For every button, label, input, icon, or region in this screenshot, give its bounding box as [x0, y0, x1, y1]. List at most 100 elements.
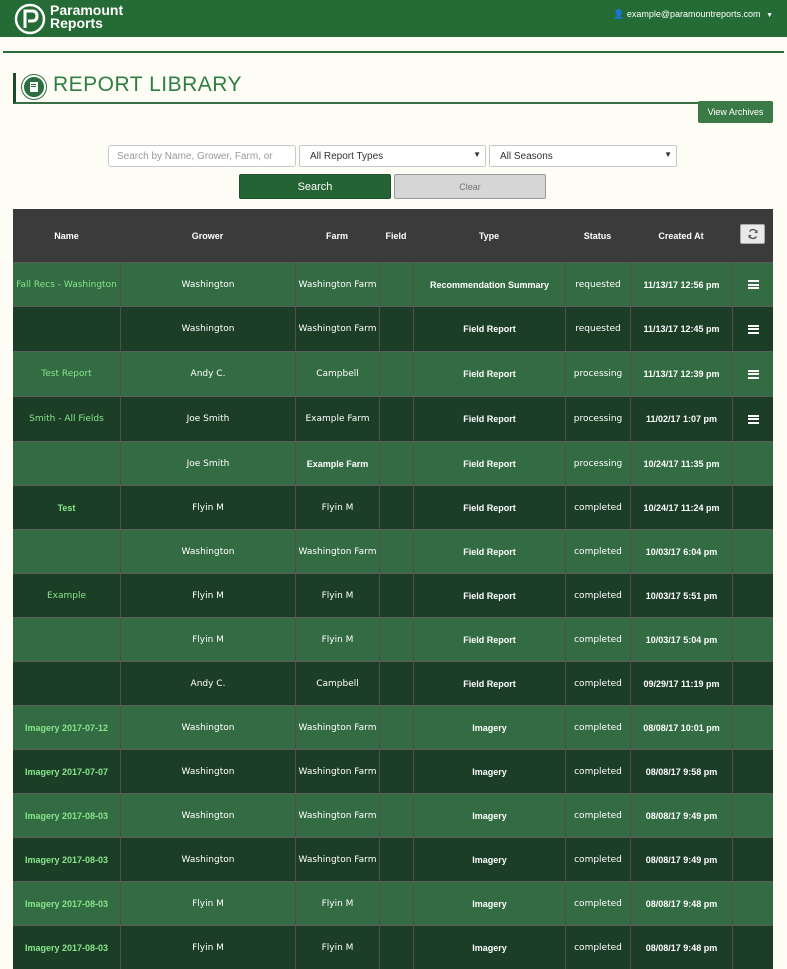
- hamburger-menu-icon[interactable]: [747, 280, 759, 289]
- column-header-created[interactable]: Created At: [630, 209, 732, 262]
- cell-grower: Flyin M: [120, 486, 295, 529]
- table-row[interactable]: Imagery 2017-08-03 Washington Washington F…: [13, 793, 773, 837]
- cell-type: Field Report: [413, 574, 565, 617]
- cell-field: [379, 662, 413, 705]
- table-row[interactable]: Example Flyin M Flyin M Field Report complet…: [13, 573, 773, 617]
- row-menu-cell: [732, 662, 773, 705]
- cell-name[interactable]: Test: [13, 486, 120, 529]
- page-title-bar: REPORT LIBRARY: [13, 73, 773, 104]
- cell-grower: Joe Smith: [120, 397, 295, 441]
- column-header-status[interactable]: Status: [565, 209, 630, 262]
- cell-status: completed: [565, 882, 630, 925]
- column-header-name[interactable]: Name: [13, 209, 120, 262]
- hamburger-menu-icon[interactable]: [747, 324, 759, 334]
- cell-type: Field Report: [413, 442, 565, 485]
- table-row[interactable]: Imagery 2017-08-03 Flyin M Flyin M Imagery c…: [13, 881, 773, 925]
- cell-name[interactable]: Smith - All Fields: [13, 397, 120, 441]
- cell-name[interactable]: [13, 307, 120, 351]
- cell-name[interactable]: Imagery 2017-08-03: [13, 838, 120, 881]
- column-header-field[interactable]: Field: [379, 209, 413, 262]
- cell-created: 08/08/17 9:48 pm: [630, 882, 732, 925]
- cell-farm: Flyin M: [295, 882, 379, 925]
- table-row[interactable]: Flyin M Flyin M Field Report completed 10/03…: [13, 617, 773, 661]
- table-row[interactable]: Test Flyin M Flyin M Field Report completed 1…: [13, 485, 773, 529]
- select-arrow-icon: ▼: [664, 150, 672, 159]
- cell-created: 11/13/17 12:56 pm: [630, 263, 732, 306]
- cell-farm: Washington Farm: [295, 750, 379, 793]
- table-row[interactable]: Imagery 2017-08-03 Washington Washington F…: [13, 837, 773, 881]
- report-type-select[interactable]: All Report Types ▼: [299, 145, 486, 167]
- cell-type: Imagery: [413, 706, 565, 749]
- cell-type: Imagery: [413, 838, 565, 881]
- cell-farm: Washington Farm: [295, 530, 379, 573]
- row-menu-cell: [732, 486, 773, 529]
- table-row[interactable]: Joe Smith Example Farm Field Report process…: [13, 441, 773, 485]
- season-value: All Seasons: [500, 151, 553, 162]
- row-menu-cell[interactable]: [732, 397, 773, 441]
- cell-name[interactable]: [13, 618, 120, 661]
- cell-name[interactable]: Imagery 2017-07-12: [13, 706, 120, 749]
- column-header-farm[interactable]: Farm: [295, 209, 379, 262]
- cell-farm: Flyin M: [295, 574, 379, 617]
- cell-grower: Washington: [120, 706, 295, 749]
- cell-grower: Andy C.: [120, 352, 295, 396]
- cell-created: 08/08/17 10:01 pm: [630, 706, 732, 749]
- column-header-type[interactable]: Type: [413, 209, 565, 262]
- row-menu-cell: [732, 442, 773, 485]
- search-button[interactable]: Search: [239, 174, 391, 199]
- row-menu-cell: [732, 750, 773, 793]
- cell-field: [379, 794, 413, 837]
- cell-field: [379, 882, 413, 925]
- table-row[interactable]: Fall Recs - Washington Washington Washingt…: [13, 262, 773, 306]
- hamburger-menu-icon[interactable]: [747, 414, 759, 424]
- cell-status: completed: [565, 486, 630, 529]
- table-row[interactable]: Imagery 2017-08-03 Flyin M Flyin M Imagery c…: [13, 925, 773, 969]
- cell-type: Field Report: [413, 662, 565, 705]
- table-row[interactable]: Washington Washington Farm Field Report req…: [13, 306, 773, 351]
- search-input[interactable]: Search by Name, Grower, Farm, or: [108, 145, 296, 167]
- table-row[interactable]: Smith - All Fields Joe Smith Example Farm F…: [13, 396, 773, 441]
- row-menu-cell[interactable]: [732, 307, 773, 351]
- row-menu-cell[interactable]: [732, 352, 773, 396]
- table-row[interactable]: Imagery 2017-07-12 Washington Washington F…: [13, 705, 773, 749]
- cell-name[interactable]: [13, 442, 120, 485]
- view-archives-button[interactable]: View Archives: [698, 101, 773, 123]
- paramount-logo-icon[interactable]: [14, 3, 46, 35]
- user-menu[interactable]: 👤 example@paramountreports.com ▼: [613, 9, 773, 20]
- cell-farm: Example Farm: [295, 442, 379, 485]
- cell-created: 08/08/17 9:49 pm: [630, 794, 732, 837]
- cell-type: Imagery: [413, 882, 565, 925]
- season-select[interactable]: All Seasons ▼: [489, 145, 677, 167]
- row-menu-cell[interactable]: [732, 263, 773, 306]
- cell-name[interactable]: [13, 530, 120, 573]
- clear-button[interactable]: Clear: [394, 174, 546, 199]
- table-row[interactable]: Imagery 2017-07-07 Washington Washington F…: [13, 749, 773, 793]
- cell-name[interactable]: [13, 662, 120, 705]
- brand-name[interactable]: Paramount Reports: [50, 3, 123, 31]
- brand-line-2: Reports: [50, 15, 103, 31]
- row-menu-cell: [732, 838, 773, 881]
- table-row[interactable]: Washington Washington Farm Field Report com…: [13, 529, 773, 573]
- cell-status: completed: [565, 838, 630, 881]
- refresh-button[interactable]: [740, 224, 765, 244]
- hamburger-menu-icon[interactable]: [747, 369, 759, 379]
- row-menu-cell: [732, 706, 773, 749]
- cell-created: 11/13/17 12:45 pm: [630, 307, 732, 351]
- cell-grower: Washington: [120, 307, 295, 351]
- cell-name[interactable]: Example: [13, 574, 120, 617]
- cell-name[interactable]: Imagery 2017-08-03: [13, 882, 120, 925]
- cell-farm: Washington Farm: [295, 838, 379, 881]
- user-icon: 👤: [613, 9, 625, 19]
- cell-status: completed: [565, 794, 630, 837]
- cell-farm: Campbell: [295, 662, 379, 705]
- cell-name[interactable]: Imagery 2017-07-07: [13, 750, 120, 793]
- cell-farm: Washington Farm: [295, 263, 379, 306]
- table-row[interactable]: Test Report Andy C. Campbell Field Report pr…: [13, 351, 773, 396]
- cell-name[interactable]: Fall Recs - Washington: [13, 263, 120, 306]
- cell-grower: Washington: [120, 263, 295, 306]
- column-header-grower[interactable]: Grower: [120, 209, 295, 262]
- chevron-down-icon: ▼: [766, 12, 773, 19]
- cell-name[interactable]: Imagery 2017-08-03: [13, 794, 120, 837]
- cell-name[interactable]: Test Report: [13, 352, 120, 396]
- table-row[interactable]: Andy C. Campbell Field Report completed 09/2…: [13, 661, 773, 705]
